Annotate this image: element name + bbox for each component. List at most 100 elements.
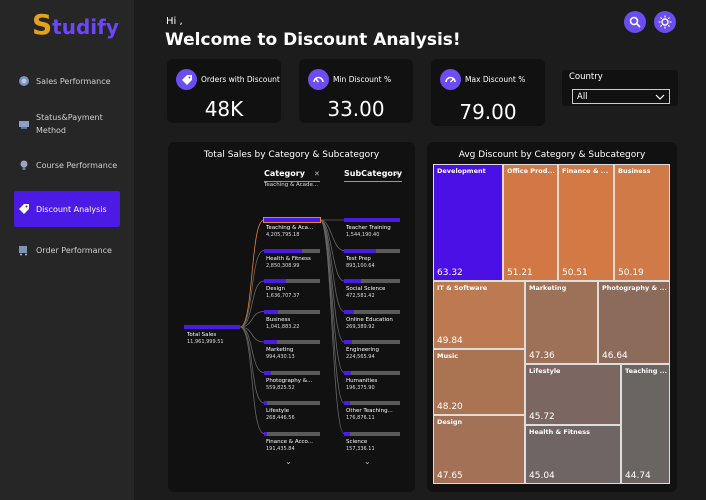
- chevron-down-icon[interactable]: ⌄: [285, 457, 292, 466]
- nav-item-sales-performance[interactable]: Sales Performance: [14, 63, 120, 99]
- treemap-cell[interactable]: Photography & ... 46.64: [598, 281, 670, 364]
- tree-subcategory-node-label: Online Education: [346, 316, 393, 323]
- tree-category-node-bar[interactable]: [264, 431, 320, 436]
- tree-category-node-bar[interactable]: [264, 401, 320, 405]
- country-filter-label: Country: [569, 72, 603, 82]
- tree-subcategory-node-bar-fill: [344, 218, 400, 222]
- tree-category-node-bar[interactable]: [263, 217, 321, 223]
- tree-root-bar[interactable]: [184, 325, 240, 329]
- nav-item-order-performance[interactable]: Order Performance: [14, 232, 120, 268]
- tree-link: [239, 326, 265, 404]
- decomposition-tree-panel: Total Sales by Category & Subcategory Ca…: [168, 142, 415, 492]
- tree-category-node-label: Marketing: [266, 347, 294, 353]
- tree-category-node-bar-fill: [264, 370, 272, 375]
- payment-icon: [19, 121, 29, 129]
- tree-subcategory-node-bar[interactable]: [344, 248, 400, 253]
- search-button[interactable]: [624, 11, 646, 33]
- tree-category-node-bar[interactable]: [264, 279, 320, 283]
- app-logo: Studify: [32, 8, 119, 41]
- tree-subcategory-node-bar[interactable]: [344, 340, 400, 344]
- tree-subcategory-node-value: 1,544,190.40: [346, 232, 380, 238]
- tree-category-node-label: Lifestyle: [266, 408, 290, 414]
- treemap-cell-label: IT & Software: [437, 284, 488, 292]
- treemap-cell[interactable]: Marketing 47.36: [525, 281, 598, 364]
- tree-category-node-value: 559,825.52: [266, 384, 295, 391]
- tree-category-node-value: 1,041,883.22: [266, 323, 300, 330]
- tree-category-node-bar-fill: [264, 279, 286, 283]
- tree-subcategory-node-bar[interactable]: [344, 279, 400, 283]
- gauge-high-icon: [440, 69, 461, 90]
- treemap-cell[interactable]: Development 63.32: [433, 164, 503, 281]
- treemap-panel: Avg Discount by Category & Subcategory D…: [427, 142, 677, 492]
- nav-item-course-performance[interactable]: Course Performance: [14, 147, 120, 183]
- treemap-cell-label: Teaching ...: [625, 367, 668, 375]
- tree-subcategory-node-bar-fill: [344, 248, 377, 253]
- treemap-cell-label: Development: [437, 167, 486, 175]
- tree-category-node-bar-fill: [264, 218, 320, 222]
- kpi-label: Max Discount %: [465, 75, 526, 84]
- tree-subcategory-node-bar[interactable]: [344, 218, 400, 222]
- tree-category-node-value: 1,636,707.37: [266, 293, 300, 299]
- nav-item-label: Status&Payment Method: [36, 113, 103, 135]
- treemap-cell[interactable]: Music 48.20: [433, 349, 525, 415]
- theme-toggle-button[interactable]: [654, 11, 676, 33]
- tree-subcategory-node-bar-fill: [344, 431, 350, 436]
- tree-subcategory-node-bar[interactable]: [344, 309, 400, 314]
- treemap-cell[interactable]: Design 47.65: [433, 415, 525, 484]
- treemap-cell[interactable]: Business 50.19: [614, 164, 670, 281]
- tree-subcategory-node-label: Other Teaching...: [346, 408, 393, 414]
- tree-subcategory-node-label: Engineering: [346, 347, 379, 353]
- tree-subcategory-node-label: Teacher Training: [346, 225, 391, 231]
- tree-category-node-bar-fill: [264, 401, 268, 405]
- tree-root-value: 11,961,999.51: [187, 339, 224, 345]
- nav-item-label: Course Performance: [36, 160, 118, 170]
- nav-item-discount-analysis[interactable]: Discount Analysis: [14, 191, 120, 227]
- nav-item-label: Order Performance: [36, 245, 112, 255]
- treemap-cell[interactable]: Office Prod... 51.21: [503, 164, 558, 281]
- tree-link: [239, 250, 265, 328]
- tree-subcategory-node-label: Social Science: [346, 286, 386, 292]
- country-filter: Country All: [562, 70, 678, 106]
- tree-category-node-bar[interactable]: [264, 340, 320, 344]
- tree-category-node-label: Health & Fitness: [266, 255, 311, 262]
- tree-category-node-bar-fill: [264, 340, 278, 344]
- tree-category-node-bar[interactable]: [264, 309, 320, 314]
- treemap-cell-value: 47.36: [529, 351, 555, 361]
- kpi-label: Orders with Discount: [201, 75, 280, 84]
- tree-category-node-value: 2,850,308.99: [266, 262, 300, 269]
- treemap-cell[interactable]: Health & Fitness 45.04: [525, 425, 621, 484]
- tree-category-node-bar[interactable]: [264, 248, 320, 253]
- country-select-value: All: [577, 91, 588, 102]
- treemap-cell[interactable]: Teaching ... 44.74: [621, 364, 670, 484]
- tree-subcategory-node-value: 893,100.64: [346, 262, 375, 269]
- tree-root-label: Total Sales: [187, 332, 217, 338]
- nav-item-status-payment[interactable]: Status&Payment Method: [14, 104, 120, 144]
- tree-subcategory-node-bar-fill: [344, 340, 353, 344]
- tree-subcategory-node-bar-fill: [344, 309, 354, 314]
- treemap-cell-value: 49.84: [437, 336, 463, 346]
- tree-category-node-value: 4,205,795.18: [266, 232, 300, 238]
- treemap-cell[interactable]: Lifestyle 45.72: [525, 364, 621, 425]
- tree-category-node-bar[interactable]: [264, 370, 320, 375]
- tree-category-node-label: Finance & Acco...: [266, 438, 314, 445]
- tree-subcategory-node-value: 157,336.11: [346, 445, 375, 452]
- tree-category-node-label: Photography &...: [266, 377, 313, 384]
- tree-subcategory-node-value: 269,389.92: [346, 323, 375, 330]
- nav-item-label: Sales Performance: [36, 76, 111, 86]
- country-select[interactable]: All: [572, 89, 670, 104]
- chevron-down-icon[interactable]: ⌄: [364, 457, 371, 466]
- chevron-down-icon: [655, 94, 665, 100]
- coin-icon: [19, 76, 29, 86]
- tree-subcategory-node-bar[interactable]: [344, 370, 400, 375]
- tree-subcategory-node-bar[interactable]: [344, 401, 400, 405]
- treemap-cell-label: Finance & ...: [562, 167, 609, 175]
- tree-subcategory-node-bar[interactable]: [344, 431, 400, 436]
- kpi-value: 79.00: [459, 100, 517, 124]
- tree-category-node-bar-fill: [264, 248, 303, 253]
- order-icon: [19, 246, 27, 256]
- treemap-cell-label: Design: [437, 418, 463, 426]
- tree-subcategory-node-bar-fill: [344, 401, 351, 405]
- nav-item-label: Discount Analysis: [36, 204, 107, 214]
- treemap-cell[interactable]: Finance & ... 50.51: [558, 164, 614, 281]
- treemap-cell[interactable]: IT & Software 49.84: [433, 281, 525, 349]
